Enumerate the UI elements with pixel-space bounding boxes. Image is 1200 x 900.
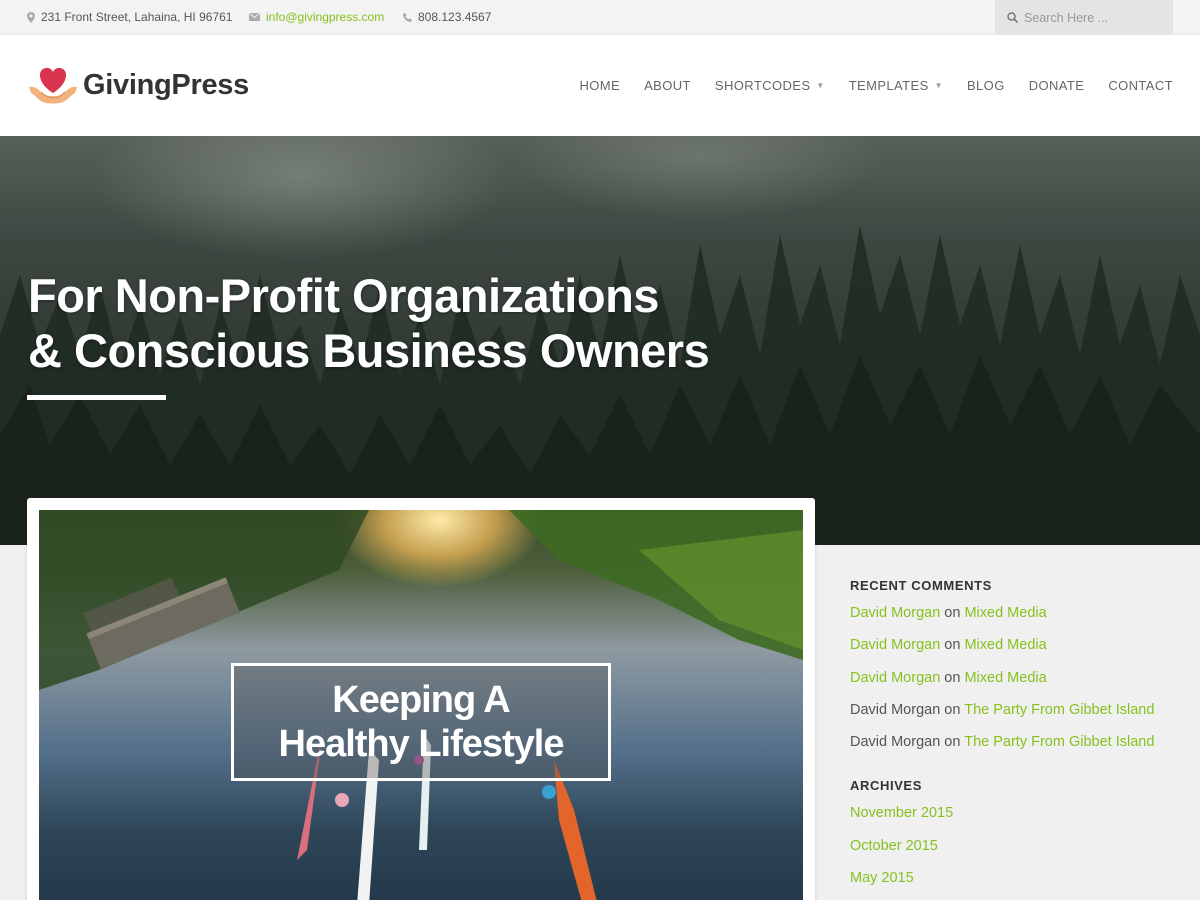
comment-post-link[interactable]: The Party From Gibbet Island — [964, 734, 1154, 750]
map-pin-icon — [27, 11, 35, 23]
phone-item: 808.123.4567 — [403, 10, 491, 24]
nav-templates[interactable]: TEMPLATES ▼ — [849, 78, 943, 93]
comment-item: David Morgan on Mixed Media — [850, 670, 1180, 702]
address-item: 231 Front Street, Lahaina, HI 96761 — [27, 10, 232, 24]
archives-title: ARCHIVES — [850, 778, 922, 794]
nav-label: SHORTCODES — [714, 78, 811, 93]
archive-link[interactable]: October 2015 — [850, 838, 1180, 870]
forest-background-image — [0, 225, 1200, 545]
comment-on-text: on — [944, 734, 961, 751]
nav-about[interactable]: ABOUT — [644, 78, 691, 93]
search-box[interactable] — [995, 0, 1173, 35]
nav-shortcodes[interactable]: SHORTCODES ▼ — [715, 78, 825, 93]
comment-on-text: on — [944, 605, 961, 621]
comment-author: David Morgan — [850, 734, 941, 751]
heart-hands-logo-icon — [29, 67, 77, 104]
featured-post-card[interactable]: Keeping A Healthy Lifestyle — [27, 498, 815, 900]
nav-contact[interactable]: CONTACT — [1108, 78, 1173, 93]
hero-divider — [27, 395, 166, 400]
hero-title-line-1: For Non-Profit Organizations — [28, 269, 659, 322]
nav-blog[interactable]: BLOG — [967, 78, 1005, 93]
chevron-down-icon: ▼ — [816, 81, 825, 90]
comment-author-link[interactable]: David Morgan — [850, 670, 940, 686]
post-title-line-2: Healthy Lifestyle — [278, 723, 565, 765]
post-featured-image[interactable]: Keeping A Healthy Lifestyle — [39, 510, 803, 900]
nav-home[interactable]: HOME — [579, 78, 620, 93]
email-item[interactable]: info@givingpress.com — [249, 10, 384, 24]
post-title-box[interactable]: Keeping A Healthy Lifestyle — [231, 663, 611, 781]
nav-donate[interactable]: DONATE — [1029, 78, 1085, 93]
comment-post-link[interactable]: Mixed Media — [964, 637, 1046, 653]
nav-label: BLOG — [966, 78, 1005, 93]
comment-on-text: on — [944, 669, 961, 686]
comment-post-link[interactable]: The Party From Gibbet Island — [964, 702, 1154, 718]
logo-text: GivingPress — [83, 68, 249, 101]
phone-icon — [403, 12, 412, 22]
comment-item: David Morgan on The Party From Gibbet Is… — [850, 734, 1180, 766]
email-link[interactable]: info@givingpress.com — [266, 10, 384, 24]
comment-author-link[interactable]: David Morgan — [850, 637, 940, 653]
comment-post-link[interactable]: Mixed Media — [964, 670, 1046, 686]
comment-on-text: on — [944, 637, 961, 654]
site-logo[interactable]: GivingPress — [27, 63, 249, 107]
recent-comments-widget: RECENT COMMENTS David Morgan on Mixed Me… — [850, 578, 1180, 766]
envelope-icon — [249, 13, 260, 21]
nav-label: TEMPLATES — [848, 78, 929, 93]
comment-item: David Morgan on The Party From Gibbet Is… — [850, 702, 1180, 734]
sidebar: RECENT COMMENTS David Morgan on Mixed Me… — [850, 578, 1180, 900]
comment-item: David Morgan on Mixed Media — [850, 637, 1180, 669]
nav-label: DONATE — [1028, 78, 1085, 93]
post-title[interactable]: Keeping A Healthy Lifestyle — [278, 678, 565, 766]
comment-author: David Morgan — [850, 701, 941, 718]
comment-author-link[interactable]: David Morgan — [850, 605, 940, 621]
site-header: GivingPress HOME ABOUT SHORTCODES ▼ TEMPL… — [0, 35, 1200, 136]
hero-title: For Non-Profit Organizations & Conscious… — [28, 268, 710, 378]
search-icon — [1007, 12, 1018, 23]
comment-on-text: on — [944, 701, 961, 718]
nav-label: CONTACT — [1108, 78, 1173, 93]
comment-item: David Morgan on Mixed Media — [850, 605, 1180, 637]
phone-text: 808.123.4567 — [418, 10, 492, 24]
main-nav: HOME ABOUT SHORTCODES ▼ TEMPLATES ▼ BLOG D… — [555, 78, 1173, 93]
archive-link[interactable]: November 2015 — [850, 805, 1180, 837]
chevron-down-icon: ▼ — [934, 81, 943, 90]
search-input[interactable] — [1024, 10, 1164, 25]
archives-widget: ARCHIVES November 2015 October 2015 May … — [850, 778, 1180, 900]
hero-title-line-2: & Conscious Business Owners — [28, 324, 710, 377]
archive-link[interactable]: May 2015 — [850, 870, 1180, 900]
top-bar: 231 Front Street, Lahaina, HI 96761 info… — [0, 0, 1200, 35]
hero-banner: For Non-Profit Organizations & Conscious… — [0, 136, 1200, 545]
post-title-line-1: Keeping A — [332, 679, 511, 721]
nav-label: ABOUT — [644, 78, 691, 93]
nav-label: HOME — [579, 78, 621, 93]
comment-post-link[interactable]: Mixed Media — [964, 605, 1046, 621]
recent-comments-title: RECENT COMMENTS — [850, 578, 992, 593]
address-text: 231 Front Street, Lahaina, HI 96761 — [41, 10, 233, 24]
